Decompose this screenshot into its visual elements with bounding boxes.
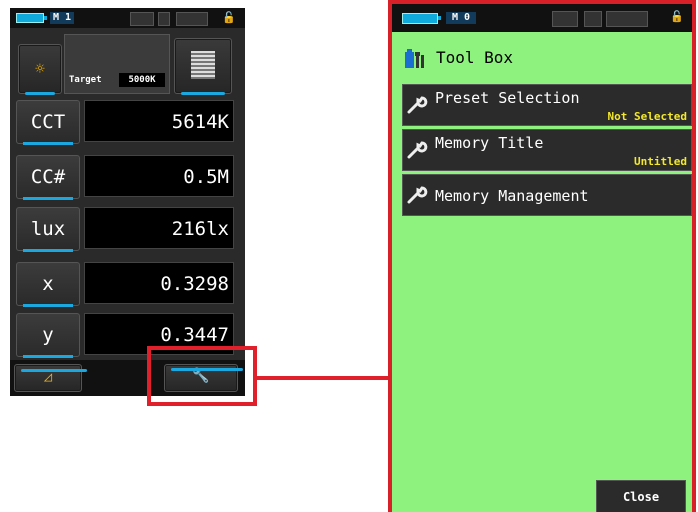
tool-box-screen: M 0 🔓 Tool Box Preset Selection Not Sele… — [388, 0, 696, 512]
close-button[interactable]: Close — [596, 480, 686, 512]
grid-icon — [191, 51, 215, 79]
highlight-box — [147, 346, 257, 406]
measurement-row-x[interactable]: x 0.3298 — [16, 262, 234, 307]
target-panel[interactable]: Target 5000K — [64, 34, 170, 94]
cc-value: 0.5M — [84, 155, 234, 197]
x-label[interactable]: x — [16, 262, 80, 307]
title-bar: Tool Box — [392, 38, 692, 78]
lux-value: 216lx — [84, 207, 234, 249]
cc-label[interactable]: CC# — [16, 155, 80, 200]
lock-icon: 🔓 — [222, 11, 236, 24]
status-bar: M 1 🔓 — [10, 8, 245, 28]
button-indicator — [181, 92, 225, 95]
button-indicator — [21, 369, 87, 372]
measurement-row-cc[interactable]: CC# 0.5M — [16, 155, 234, 200]
measurement-row-cct[interactable]: CCT 5614K — [16, 100, 234, 145]
lux-label[interactable]: lux — [16, 207, 80, 252]
memory-indicator: M 0 — [446, 12, 476, 24]
target-label: Target — [69, 75, 102, 85]
x-value: 0.3298 — [84, 262, 234, 304]
menu-item-memory-title[interactable]: Memory Title Untitled — [402, 129, 692, 171]
connector-line — [257, 376, 390, 380]
lock-icon: 🔓 — [670, 10, 684, 23]
wrench-icon — [407, 96, 428, 114]
measurement-row-lux[interactable]: lux 216lx — [16, 207, 234, 252]
menu-item-label: Memory Title — [435, 134, 544, 152]
left-device-screen: M 1 🔓 ☼ Target 5000K CCT 5614K CC# 0.5M … — [10, 8, 245, 396]
tool-box-icon — [405, 49, 424, 68]
menu-item-preset-selection[interactable]: Preset Selection Not Selected — [402, 84, 692, 126]
cct-label[interactable]: CCT — [16, 100, 80, 145]
memory-grid-button[interactable] — [174, 38, 232, 95]
menu-item-label: Memory Management — [435, 187, 589, 205]
battery-icon — [402, 13, 441, 24]
cct-value: 5614K — [84, 100, 234, 142]
status-block — [606, 11, 648, 27]
status-block — [176, 12, 208, 26]
status-bar: M 0 🔓 — [392, 4, 692, 32]
page-title: Tool Box — [436, 48, 514, 67]
y-label[interactable]: y — [16, 313, 80, 358]
wrench-icon — [407, 141, 428, 159]
delta-button[interactable]: ◿ — [14, 364, 87, 392]
status-block — [158, 12, 170, 26]
memory-indicator: M 1 — [50, 12, 74, 24]
menu-item-value: Not Selected — [607, 110, 687, 123]
illuminant-button[interactable]: ☼ — [18, 44, 62, 95]
battery-icon — [16, 13, 47, 23]
status-block — [130, 12, 154, 26]
sun-icon: ☼ — [35, 59, 45, 78]
status-block — [552, 11, 578, 27]
wrench-icon — [407, 186, 428, 204]
button-indicator — [25, 92, 55, 95]
menu-item-memory-management[interactable]: Memory Management — [402, 174, 692, 216]
menu-item-value: Untitled — [634, 155, 687, 168]
target-value: 5000K — [119, 73, 165, 87]
status-block — [584, 11, 602, 27]
menu-item-label: Preset Selection — [435, 89, 580, 107]
